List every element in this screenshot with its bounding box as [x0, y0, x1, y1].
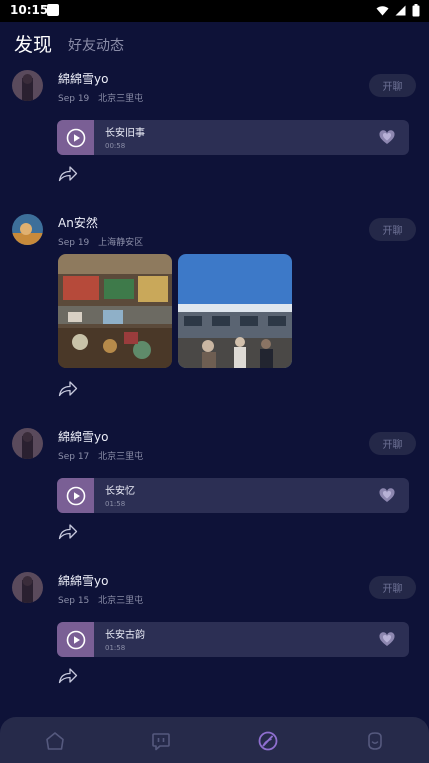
- chat-button[interactable]: 开聊: [369, 432, 416, 455]
- username[interactable]: An安然: [58, 214, 98, 231]
- share-icon[interactable]: [58, 523, 78, 540]
- status-time: 10:15: [10, 3, 49, 17]
- post-photo[interactable]: [178, 254, 292, 368]
- header: 发现 好友动态: [0, 22, 429, 66]
- post-location: 北京三里屯: [98, 596, 144, 606]
- tab-friends[interactable]: 好友动态: [68, 35, 124, 55]
- profile-icon[interactable]: [364, 730, 386, 752]
- audio-player[interactable]: 长安旧事 00:58: [57, 120, 409, 155]
- post-location: 上海静安区: [98, 238, 144, 248]
- username[interactable]: 綿綿雪yo: [58, 428, 108, 445]
- post-location: 北京三里屯: [98, 452, 144, 462]
- play-button[interactable]: [57, 478, 94, 513]
- battery-icon: [412, 4, 420, 17]
- play-icon: [66, 630, 85, 649]
- audio-duration: 00:58: [105, 142, 126, 150]
- audio-title: 长安旧事: [105, 128, 145, 139]
- share-icon[interactable]: [58, 380, 78, 397]
- audio-player[interactable]: 长安古韵 01:58: [57, 622, 409, 657]
- username[interactable]: 綿綿雪yo: [58, 70, 108, 87]
- play-icon: [66, 128, 85, 147]
- audio-player[interactable]: 长安忆 01:58: [57, 478, 409, 513]
- post-date: Sep 15: [58, 596, 90, 606]
- audio-title: 长安忆: [105, 486, 135, 497]
- status-icons: [376, 4, 420, 17]
- post-meta: Sep 19 北京三里屯: [58, 91, 143, 104]
- audio-duration: 01:58: [105, 644, 126, 652]
- chat-button[interactable]: 开聊: [369, 74, 416, 97]
- post-meta: Sep 17 北京三里屯: [58, 449, 143, 462]
- chat-button[interactable]: 开聊: [369, 218, 416, 241]
- audio-duration: 01:58: [105, 500, 126, 508]
- like-icon[interactable]: [379, 130, 395, 145]
- discover-icon[interactable]: [257, 730, 279, 752]
- avatar[interactable]: [12, 70, 43, 101]
- like-icon[interactable]: [379, 632, 395, 647]
- post-date: Sep 17: [58, 452, 90, 462]
- tab-discover[interactable]: 发现: [14, 30, 52, 57]
- post-photo[interactable]: [58, 254, 172, 368]
- bottom-nav: [0, 717, 429, 763]
- avatar[interactable]: [12, 214, 43, 245]
- play-icon: [66, 486, 85, 505]
- status-bar: 10:15: [0, 0, 429, 22]
- avatar[interactable]: [12, 428, 43, 459]
- play-button[interactable]: [57, 120, 94, 155]
- username[interactable]: 綿綿雪yo: [58, 572, 108, 589]
- post-date: Sep 19: [58, 238, 90, 248]
- post-location: 北京三里屯: [98, 94, 144, 104]
- post-meta: Sep 15 北京三里屯: [58, 593, 143, 606]
- wifi-icon: [376, 6, 389, 16]
- post-date: Sep 19: [58, 94, 90, 104]
- audio-title: 长安古韵: [105, 630, 145, 641]
- share-icon[interactable]: [58, 667, 78, 684]
- post-meta: Sep 19 上海静安区: [58, 235, 143, 248]
- like-icon[interactable]: [379, 488, 395, 503]
- chat-button[interactable]: 开聊: [369, 576, 416, 599]
- home-icon[interactable]: [44, 730, 66, 752]
- play-button[interactable]: [57, 622, 94, 657]
- message-icon[interactable]: [150, 730, 172, 752]
- notification-icon: [47, 4, 59, 16]
- signal-icon: [395, 5, 406, 16]
- share-icon[interactable]: [58, 165, 78, 182]
- avatar[interactable]: [12, 572, 43, 603]
